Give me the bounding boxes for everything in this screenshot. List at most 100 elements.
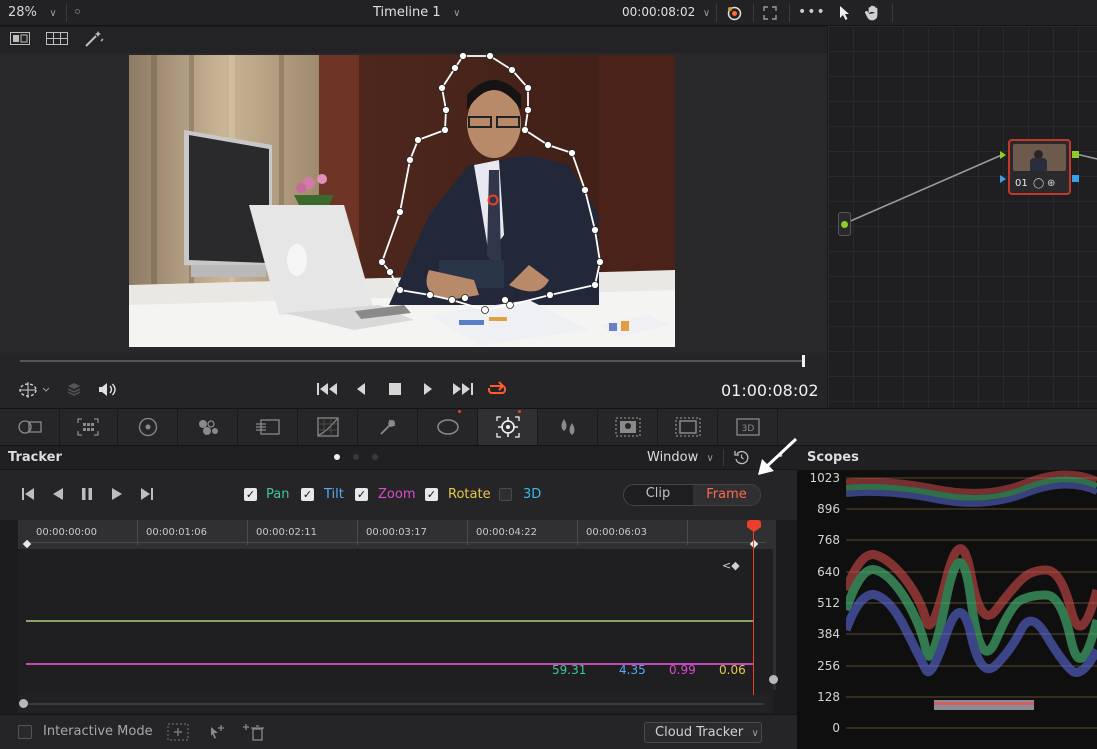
curves-tool[interactable] [298,409,358,445]
scope-scale-label: 768 [817,533,840,547]
output-port[interactable] [1072,151,1079,158]
divider [789,4,790,22]
blur-drops-icon [561,419,574,435]
ruler-divider [247,520,248,545]
step-back-icon[interactable] [355,382,367,396]
window-tool[interactable] [418,409,478,445]
timecode-dropdown[interactable]: 00:00:08:02 ∨ [622,5,710,19]
window-mode-dropdown[interactable] [18,381,54,399]
primaries-tool[interactable] [118,409,178,445]
pause-icon[interactable] [80,487,94,501]
tracker-mode-label: Window [647,450,699,465]
pointer-tool-icon[interactable] [838,5,852,21]
scrubber-track[interactable] [20,360,804,362]
skip-end-icon[interactable] [452,382,474,396]
track-forward-icon[interactable] [110,487,124,501]
ruler-tick-label: 00:00:02:11 [256,527,318,538]
interactive-mode-label: Interactive Mode [43,724,153,739]
delete-point-icon[interactable] [243,723,265,741]
pan-tilt-track-line [26,620,754,622]
source-node[interactable] [838,212,851,236]
rgb-mixer-tool[interactable] [238,409,298,445]
track-to-start-icon[interactable] [21,487,35,501]
tilt-checkbox[interactable]: ✓ [301,488,314,501]
skip-start-icon[interactable] [316,382,338,396]
divider [716,4,717,22]
chevron-down-icon: ∨ [49,8,57,19]
color-match-tool[interactable] [58,409,118,445]
key-output-port[interactable] [1072,175,1079,182]
pan-checkbox[interactable]: ✓ [244,488,257,501]
chevron-down-icon: ∨ [751,728,759,739]
vertical-zoom-track[interactable] [773,520,776,690]
page-dot[interactable] [372,454,378,460]
playhead-marker[interactable] [802,355,805,367]
tracker-graph[interactable] [18,549,773,695]
scope-scale-label: 1023 [809,471,840,485]
scope-scale-label: 384 [817,627,840,641]
hand-tool-icon[interactable] [864,4,882,22]
reset-icon[interactable] [734,450,749,465]
rotate-label: Rotate [448,487,491,502]
more-options-icon[interactable]: ••• [798,4,826,20]
camera-raw-tool[interactable] [0,409,60,445]
divider [66,4,67,22]
fullscreen-icon[interactable] [763,6,777,20]
cloud-tracker-label: Cloud Tracker [655,725,744,740]
play-icon[interactable] [422,382,434,396]
split-viewer-icon[interactable] [46,32,68,45]
ruler-tick-label: 00:00:04:22 [476,527,538,538]
key-tool[interactable] [598,409,658,445]
ruler-tick-label: 00:00:03:17 [366,527,428,538]
zoom-value: 28% [8,5,37,20]
zoom-checkbox[interactable]: ✓ [355,488,368,501]
curves-icon [316,417,339,437]
layers-icon[interactable] [66,381,82,397]
video-frame[interactable] [129,55,675,347]
tracker-tool[interactable] [478,409,538,445]
3d-label: 3D [523,487,542,502]
tracker-title: Tracker [8,450,62,465]
track-reverse-icon[interactable] [51,487,65,501]
sizing-tool[interactable] [658,409,718,445]
color-match-icon [76,418,99,436]
cloud-tracker-dropdown[interactable]: Cloud Tracker ∨ [644,722,762,743]
chevron-down-icon: ∨ [702,8,711,19]
node-editor[interactable] [828,26,1097,408]
hdr-tool[interactable] [178,409,238,445]
clip-mode-button[interactable]: Clip [624,486,692,501]
annotation-arrow-icon [752,433,802,477]
horizontal-scroll-track[interactable] [24,703,764,705]
page-dot[interactable] [353,454,359,460]
single-viewer-icon[interactable] [10,32,30,45]
insert-point-icon[interactable] [167,723,189,741]
3d-checkbox[interactable] [499,488,512,501]
add-point-icon[interactable] [208,723,226,741]
tracker-mode-dropdown[interactable]: Window ∨ [647,450,714,465]
blur-tool[interactable] [538,409,598,445]
tilt-value: 4.35 [619,663,646,677]
loop-icon[interactable] [486,380,508,398]
color-wheel-icon[interactable] [726,5,743,22]
page-dot-active[interactable] [334,454,340,460]
interactive-mode-checkbox[interactable] [18,725,32,739]
keyframe-nav-icon[interactable]: <◆ [722,559,740,572]
audio-icon[interactable] [97,381,117,398]
track-to-end-icon[interactable] [140,487,154,501]
corrector-node[interactable]: 01 ◯ ⊕ [1008,139,1071,195]
zoom-label: Zoom [378,487,416,502]
zoom-dropdown[interactable]: 28% ∨ [8,5,57,20]
pan-value: 59.31 [552,663,587,677]
magic-wand-icon[interactable] [84,30,104,48]
zoom-value: 0.99 [669,663,696,677]
waveform-trace [846,470,1097,749]
rotate-checkbox[interactable]: ✓ [425,488,438,501]
stop-icon[interactable] [388,382,402,396]
timeline-dropdown[interactable]: Timeline 1 ∨ [373,5,460,20]
horizontal-scroll-handle[interactable] [19,699,28,708]
key-icon [614,417,641,437]
frame-mode-button[interactable]: Frame [693,485,760,505]
qualifier-tool[interactable] [358,409,418,445]
vertical-zoom-handle[interactable] [769,675,778,684]
palette-toolbar: 3D [0,408,1097,446]
